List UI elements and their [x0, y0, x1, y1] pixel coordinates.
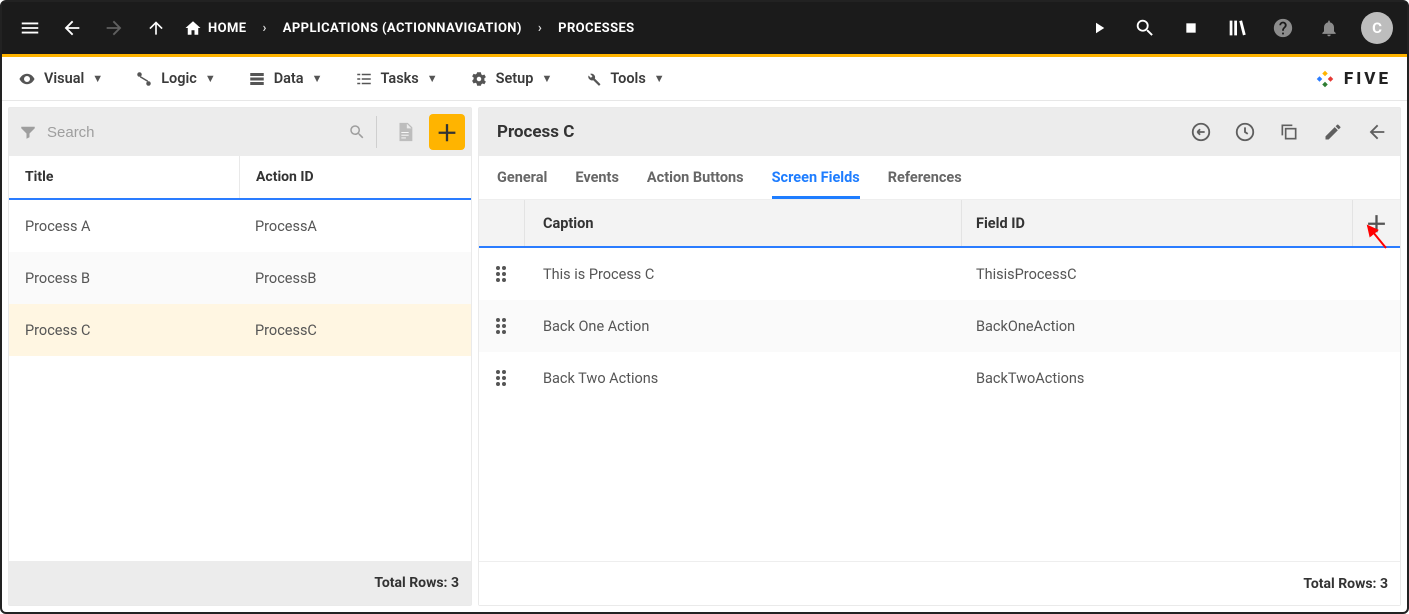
detail-panel: Process C General Events Action Buttons Scr…: [478, 107, 1401, 606]
cell-caption: Back Two Actions: [525, 370, 962, 387]
hamburger-menu-icon[interactable]: [16, 14, 44, 42]
cell-caption: Back One Action: [525, 318, 962, 335]
cell-title: Process A: [9, 200, 239, 252]
status-row: Total Rows: 3: [9, 561, 471, 605]
column-caption[interactable]: Caption: [525, 200, 962, 246]
tab-screen-fields[interactable]: Screen Fields: [772, 169, 860, 199]
refresh-icon[interactable]: [1190, 121, 1212, 143]
cell-action-id: ProcessC: [239, 304, 471, 356]
status-row: Total Rows: 3: [479, 561, 1400, 605]
workspace: ＋ Title Action ID Process AProcessAProce…: [2, 101, 1407, 612]
tab-references[interactable]: References: [888, 169, 962, 199]
table-row[interactable]: Process AProcessA: [9, 200, 471, 252]
drag-handle-icon[interactable]: [479, 370, 525, 386]
detail-toolbar: Process C: [479, 108, 1400, 156]
column-field-id[interactable]: Field ID: [962, 200, 1352, 246]
table-row[interactable]: Process BProcessB: [9, 252, 471, 304]
edit-icon[interactable]: [1322, 121, 1344, 143]
menu-setup[interactable]: Setup▼: [470, 70, 553, 88]
add-field-button[interactable]: ＋: [1352, 200, 1400, 246]
menu-tasks[interactable]: Tasks▼: [355, 70, 438, 88]
bell-icon[interactable]: [1315, 14, 1343, 42]
brand-logo: FIVE: [1314, 68, 1391, 90]
cell-field-id: BackTwoActions: [962, 370, 1400, 387]
tab-bar: General Events Action Buttons Screen Fields…: [479, 156, 1400, 200]
menubar: Visual▼ Logic▼ Data▼ Tasks▼ Setup▼ Tools…: [2, 57, 1407, 101]
up-arrow-icon[interactable]: [142, 14, 170, 42]
tab-events[interactable]: Events: [575, 169, 619, 199]
search-deploy-icon[interactable]: [1131, 14, 1159, 42]
tab-action-buttons[interactable]: Action Buttons: [647, 169, 744, 199]
help-icon[interactable]: [1269, 14, 1297, 42]
list-panel: ＋ Title Action ID Process AProcessAProce…: [8, 107, 472, 606]
breadcrumb-processes[interactable]: PROCESSES: [558, 21, 634, 36]
search-input[interactable]: [47, 124, 338, 141]
cell-title: Process B: [9, 252, 239, 304]
drag-handle-icon[interactable]: [479, 266, 525, 282]
table-row[interactable]: Process CProcessC: [9, 304, 471, 356]
menu-logic[interactable]: Logic▼: [135, 70, 216, 88]
tab-general[interactable]: General: [497, 169, 547, 199]
breadcrumb-home-label: HOME: [208, 21, 246, 36]
breadcrumb-home[interactable]: HOME: [184, 14, 246, 42]
breadcrumb-sep: ›: [532, 21, 548, 36]
copy-icon[interactable]: [1278, 121, 1300, 143]
cell-title: Process C: [9, 304, 239, 356]
cell-action-id: ProcessB: [239, 252, 471, 304]
history-icon[interactable]: [1234, 121, 1256, 143]
table-row[interactable]: Back Two ActionsBackTwoActions: [479, 352, 1400, 404]
cell-caption: This is Process C: [525, 266, 962, 283]
breadcrumb-sep: ›: [256, 21, 272, 36]
forward-arrow-icon: [100, 14, 128, 42]
cell-field-id: ThisisProcessC: [962, 266, 1400, 283]
fields-header: Caption Field ID ＋: [479, 200, 1400, 248]
document-icon[interactable]: [387, 114, 423, 150]
breadcrumb-apps[interactable]: APPLICATIONS (ACTIONNAVIGATION): [283, 21, 522, 36]
process-table: Title Action ID Process AProcessAProcess…: [9, 156, 471, 561]
app-topbar: HOME › APPLICATIONS (ACTIONNAVIGATION) ›…: [2, 2, 1407, 54]
back-icon[interactable]: [1366, 121, 1388, 143]
filter-icon[interactable]: [19, 123, 37, 141]
menu-data[interactable]: Data▼: [248, 70, 323, 88]
menu-tools[interactable]: Tools▼: [584, 70, 664, 88]
table-row[interactable]: This is Process CThisisProcessC: [479, 248, 1400, 300]
avatar[interactable]: C: [1361, 12, 1393, 44]
library-icon[interactable]: [1223, 14, 1251, 42]
table-row[interactable]: Back One ActionBackOneAction: [479, 300, 1400, 352]
page-title: Process C: [491, 122, 574, 142]
cell-field-id: BackOneAction: [962, 318, 1400, 335]
search-icon[interactable]: [348, 123, 366, 141]
stop-icon[interactable]: [1177, 14, 1205, 42]
column-action-id[interactable]: Action ID: [239, 156, 471, 198]
add-button[interactable]: ＋: [429, 114, 465, 150]
back-arrow-icon[interactable]: [58, 14, 86, 42]
play-icon[interactable]: [1085, 14, 1113, 42]
breadcrumb: HOME › APPLICATIONS (ACTIONNAVIGATION) ›…: [184, 14, 635, 42]
list-toolbar: ＋: [9, 108, 471, 156]
drag-handle-icon[interactable]: [479, 318, 525, 334]
cell-action-id: ProcessA: [239, 200, 471, 252]
menu-visual[interactable]: Visual▼: [18, 70, 103, 88]
column-title[interactable]: Title: [9, 156, 239, 198]
